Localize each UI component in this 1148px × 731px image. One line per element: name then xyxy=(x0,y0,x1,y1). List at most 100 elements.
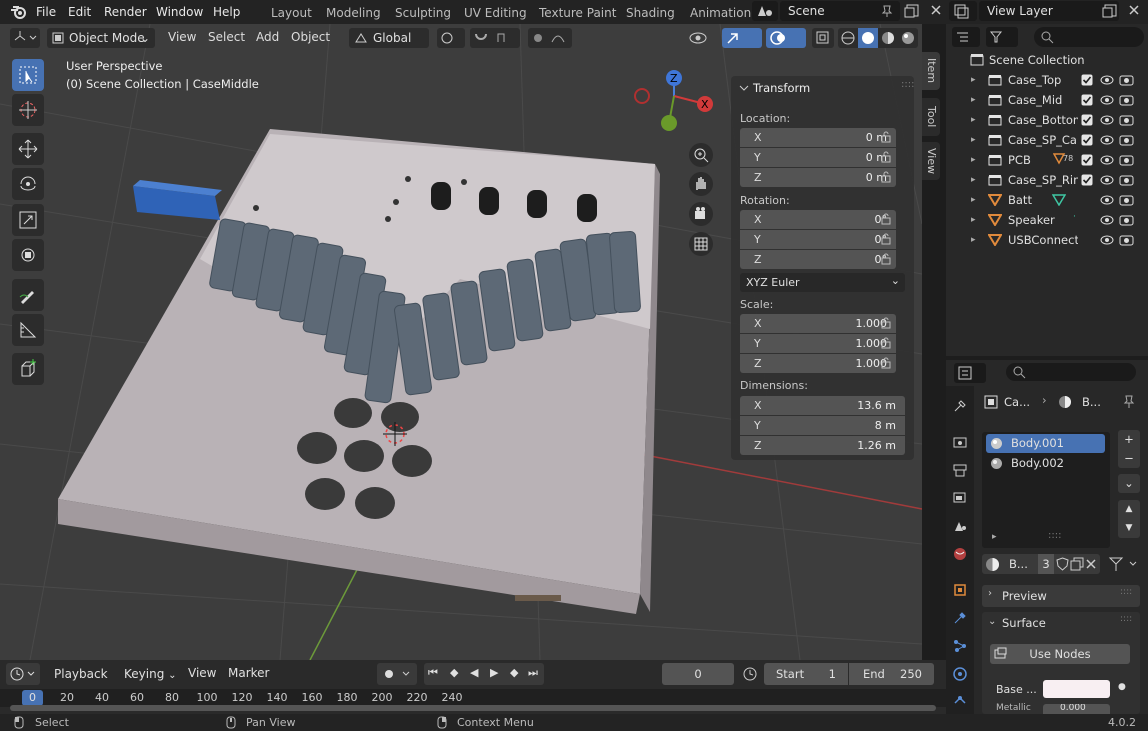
expand-triangle-icon[interactable]: ▸ xyxy=(971,170,976,190)
menu-window[interactable]: Window xyxy=(156,3,203,21)
delete-scene-icon[interactable] xyxy=(928,2,944,20)
snap-button[interactable] xyxy=(470,28,520,48)
expand-triangle-icon[interactable]: ▸ xyxy=(971,230,976,250)
tab-shading[interactable]: Shading xyxy=(626,3,675,23)
3d-viewport[interactable]: Object Mode ⌄ View Select Add Object Glo… xyxy=(0,24,922,660)
properties-editor-type-button[interactable] xyxy=(954,363,986,383)
outliner-item[interactable]: ▸ Case_SP_Rin xyxy=(946,170,1148,190)
rotation-x-field[interactable]: X 0° xyxy=(740,210,896,229)
view-menu[interactable]: View xyxy=(168,27,196,47)
outliner-item[interactable]: ▸ PCB 78 xyxy=(946,150,1148,170)
outliner-item[interactable]: ▸ Case_Bottom xyxy=(946,110,1148,130)
outliner-root[interactable]: Scene Collection xyxy=(946,50,1148,70)
menu-render[interactable]: Render xyxy=(104,3,147,21)
transform-orientation-dropdown[interactable]: Global xyxy=(349,28,429,48)
expand-triangle-icon[interactable]: ▸ xyxy=(971,190,976,210)
lock-icon[interactable] xyxy=(881,317,895,329)
measure-tool[interactable] xyxy=(12,314,44,346)
tool-tab-icon[interactable] xyxy=(952,398,968,414)
menu-edit[interactable]: Edit xyxy=(68,3,91,21)
play-icon[interactable]: ▶ xyxy=(490,666,498,679)
menu-help[interactable]: Help xyxy=(213,3,240,21)
tab-uv-editing[interactable]: UV Editing xyxy=(464,3,527,23)
location-z-field[interactable]: Z0 m xyxy=(740,168,896,187)
lock-icon[interactable] xyxy=(881,213,895,225)
move-tool[interactable] xyxy=(12,133,44,165)
camera-render-icon[interactable] xyxy=(1119,233,1135,247)
move-slot-up-button[interactable]: ▲ xyxy=(1118,500,1140,519)
rotation-y-field[interactable]: Y 0° xyxy=(740,230,896,249)
lock-icon[interactable] xyxy=(881,337,895,349)
exclude-checkbox[interactable] xyxy=(1081,114,1093,126)
object-menu[interactable]: Object xyxy=(291,27,330,47)
tab-item[interactable]: Item xyxy=(922,52,940,90)
eye-icon[interactable] xyxy=(1099,74,1115,86)
transform-tool[interactable] xyxy=(12,239,44,271)
gizmo-y-icon[interactable] xyxy=(661,115,677,131)
outliner-search-input[interactable] xyxy=(1034,27,1144,47)
lock-icon[interactable] xyxy=(881,357,895,369)
lock-icon[interactable] xyxy=(881,253,895,265)
tab-layout[interactable]: Layout xyxy=(271,3,312,23)
constraints-tab-icon[interactable] xyxy=(952,692,968,708)
output-tab-icon[interactable] xyxy=(952,462,968,478)
rotation-z-field[interactable]: Z 0° xyxy=(740,250,896,269)
camera-render-icon[interactable] xyxy=(1119,113,1135,127)
gizmo-neg-x-icon[interactable] xyxy=(634,88,650,104)
chevron-down-icon[interactable]: ⌄ xyxy=(988,616,996,627)
drag-handle-icon[interactable]: :::: xyxy=(1120,587,1132,597)
playback-menu[interactable]: Playback ⌄ xyxy=(46,663,118,703)
scale-x-field[interactable]: X 1.000 xyxy=(740,314,896,333)
overlays-toggle-button[interactable] xyxy=(766,28,806,48)
tab-sculpting[interactable]: Sculpting xyxy=(395,3,451,23)
drag-handle-icon[interactable]: :::: xyxy=(1120,614,1132,624)
user-count-badge[interactable]: 3 xyxy=(1038,554,1054,574)
outliner-item[interactable]: ▸ Case_SP_Cap xyxy=(946,130,1148,150)
expand-triangle-icon[interactable]: ▸ xyxy=(971,90,976,110)
physics-tab-icon[interactable] xyxy=(952,666,968,682)
lock-icon[interactable] xyxy=(881,151,895,163)
keying-menu[interactable]: Keying ⌄ xyxy=(118,663,180,685)
pan-button[interactable] xyxy=(689,172,713,196)
scale-y-field[interactable]: Y 1.000 xyxy=(740,334,896,353)
add-menu[interactable]: Add xyxy=(256,27,279,47)
tab-modeling[interactable]: Modeling xyxy=(326,3,381,23)
new-scene-icon[interactable] xyxy=(903,2,921,20)
jump-start-icon[interactable]: ⏮ xyxy=(428,666,438,680)
lock-icon[interactable] xyxy=(881,131,895,143)
ortho-toggle-button[interactable] xyxy=(689,232,713,256)
tab-view[interactable]: View xyxy=(922,142,940,180)
material-datablock[interactable]: B... 3 xyxy=(982,554,1100,574)
material-slot-item[interactable]: Body.002 xyxy=(986,454,1105,473)
render-tab-icon[interactable] xyxy=(952,434,968,450)
display-filter-button[interactable] xyxy=(986,27,1018,47)
material-slot-item[interactable]: Body.001 xyxy=(986,434,1105,453)
rendered-shading-icon[interactable] xyxy=(898,28,918,48)
camera-render-icon[interactable] xyxy=(1119,193,1135,207)
outliner-item[interactable]: ▸ Speaker · xyxy=(946,210,1148,230)
outliner-editor-type-button[interactable] xyxy=(952,27,980,47)
zoom-button[interactable] xyxy=(689,143,713,167)
material-shading-icon[interactable] xyxy=(878,28,898,48)
add-material-slot-button[interactable]: + xyxy=(1118,430,1140,449)
play-reverse-icon[interactable]: ◀ xyxy=(470,666,478,679)
metallic-field[interactable]: 0.000 xyxy=(1043,704,1110,714)
rotate-tool[interactable] xyxy=(12,168,44,200)
select-menu[interactable]: Select xyxy=(208,27,245,47)
camera-render-icon[interactable] xyxy=(1119,93,1135,107)
current-frame-field[interactable]: 0 xyxy=(662,663,734,685)
eye-icon[interactable] xyxy=(1099,234,1115,246)
drag-handle-icon[interactable]: :::: xyxy=(901,79,914,90)
tab-animation[interactable]: Animation xyxy=(690,3,751,23)
node-link-button[interactable] xyxy=(1106,554,1142,574)
properties-search-input[interactable] xyxy=(1006,363,1136,381)
editor-type-button[interactable] xyxy=(10,28,40,48)
outliner-item[interactable]: ▸ Case_Mid xyxy=(946,90,1148,110)
end-frame-field[interactable]: End 250 xyxy=(849,663,934,685)
duplicate-material-icon[interactable] xyxy=(1070,557,1084,571)
blender-logo-icon[interactable] xyxy=(10,4,28,20)
material-specials-button[interactable]: ⌄ xyxy=(1118,474,1140,493)
expand-triangle-icon[interactable]: ▸ xyxy=(971,110,976,130)
resize-handle-icon[interactable]: :::: xyxy=(1048,530,1061,541)
world-tab-icon[interactable] xyxy=(952,546,968,562)
